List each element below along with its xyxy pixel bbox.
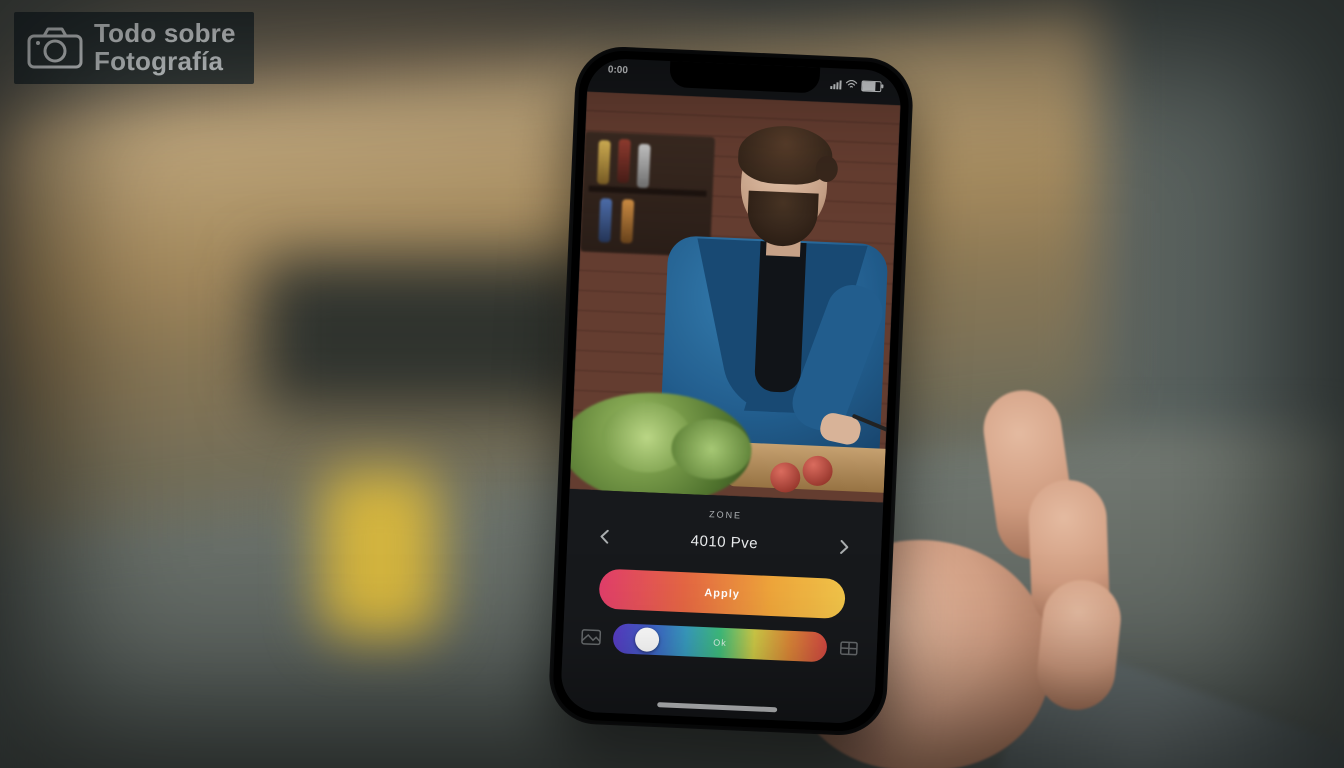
apply-button[interactable]: Apply [598,568,846,619]
hue-slider-row: Ok [580,620,859,666]
photo-foreground-vegetables [570,403,887,503]
phone-notch [669,61,820,94]
watermark-text: Todo sobre Fotografía [94,20,236,74]
hue-slider[interactable]: Ok [612,623,827,662]
grid-icon[interactable] [839,640,860,657]
bg-yellow-object [320,470,440,640]
watermark-line1: Todo sobre [94,20,236,46]
phone-screen: 0:00 [560,57,902,724]
photo-bottle [637,144,651,188]
scene-photo: Todo sobre Fotografía 0:00 [0,0,1344,768]
bg-shelf-opening [260,260,600,410]
preview-image[interactable] [570,91,901,502]
slider-label: Ok [713,637,727,648]
watermark-line2: Fotografía [94,48,236,74]
photo-bottle [597,140,611,184]
camera-icon [26,24,84,70]
photo-bottle [620,199,634,243]
value-carousel: 4010 Pve [567,523,882,561]
watermark-badge: Todo sobre Fotografía [14,12,254,84]
photo-bottle [598,198,612,242]
smartphone: 0:00 [547,45,914,737]
prev-button[interactable] [593,524,618,549]
next-button[interactable] [831,535,856,560]
photo-bottle [617,139,631,183]
apply-button-label: Apply [704,587,740,601]
signal-icon [830,79,841,89]
editor-panel: ZONE 4010 Pve Apply [560,489,883,724]
gallery-icon[interactable] [581,629,602,646]
section-label: ZONE [569,503,883,527]
home-indicator[interactable] [657,702,777,712]
chevron-right-icon [837,540,850,555]
chevron-left-icon [599,529,612,544]
slider-knob[interactable] [635,627,660,652]
status-time: 0:00 [607,64,628,85]
battery-icon [861,80,881,92]
carousel-value[interactable]: 4010 Pve [690,532,758,552]
wifi-icon [845,80,857,91]
